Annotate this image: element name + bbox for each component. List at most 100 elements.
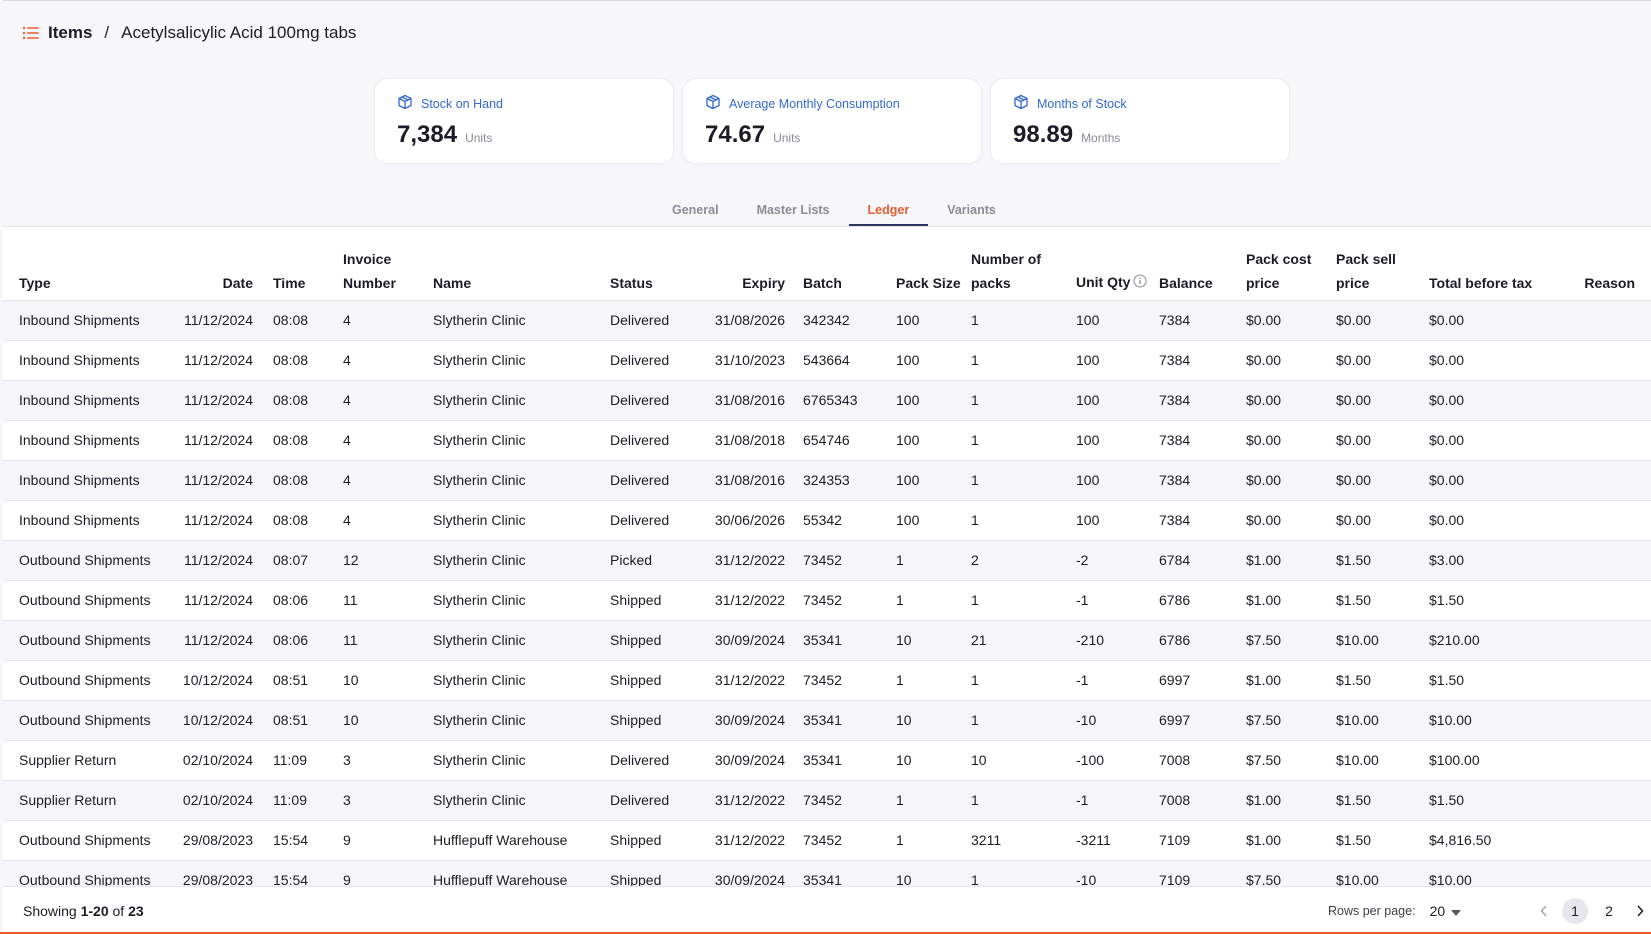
cell-reason (1540, 300, 1651, 341)
cell-reason (1540, 780, 1651, 821)
column-header-pack-size[interactable]: Pack Size (896, 227, 971, 301)
cell-sell: $0.00 (1336, 420, 1429, 461)
list-menu-icon[interactable] (20, 22, 42, 44)
ledger-table-body: Inbound Shipments 11/12/2024 08:08 4 Slyther… (3, 300, 1651, 886)
cell-date: 11/12/2024 (175, 500, 273, 541)
cell-expiry: 30/09/2024 (700, 700, 803, 741)
column-header-time[interactable]: Time (273, 227, 343, 301)
page-button-2[interactable]: 2 (1596, 898, 1622, 924)
cell-pack_size: 100 (896, 340, 971, 381)
cell-date: 11/12/2024 (175, 420, 273, 461)
tab-general[interactable]: General (653, 197, 738, 226)
cell-cost: $7.50 (1246, 740, 1336, 781)
cell-total: $0.00 (1429, 380, 1540, 421)
column-header-reason[interactable]: Reason (1540, 227, 1651, 301)
cell-reason (1540, 460, 1651, 501)
cell-time: 08:51 (273, 700, 343, 741)
ledger-table: Type Date Time Invoice Number Name Statu… (3, 227, 1651, 886)
column-header-expiry[interactable]: Expiry (700, 227, 803, 301)
breadcrumb-items-link[interactable]: Items (48, 23, 92, 43)
cell-invoice: 12 (343, 540, 433, 581)
rows-per-page-select[interactable]: 20 (1430, 903, 1462, 919)
column-header-pack-cost-price[interactable]: Pack cost price (1246, 227, 1336, 301)
column-header-type[interactable]: Type (3, 227, 175, 301)
cell-cost: $7.50 (1246, 860, 1336, 886)
column-header-batch[interactable]: Batch (803, 227, 896, 301)
stat-card-unit: Units (465, 131, 493, 145)
cell-total: $1.50 (1429, 580, 1540, 621)
column-header-unit-qty[interactable]: Unit Qty (1076, 227, 1159, 301)
cell-date: 10/12/2024 (175, 700, 273, 741)
table-row[interactable]: Outbound Shipments 11/12/2024 08:07 12 Slyth… (3, 540, 1651, 581)
table-row[interactable]: Supplier Return 02/10/2024 11:09 3 Slytherin… (3, 740, 1651, 781)
package-icon (1013, 94, 1029, 115)
table-row[interactable]: Outbound Shipments 10/12/2024 08:51 10 Slyth… (3, 700, 1651, 741)
cell-expiry: 30/09/2024 (700, 860, 803, 886)
cell-reason (1540, 380, 1651, 421)
cell-total: $210.00 (1429, 620, 1540, 661)
cell-pack_size: 1 (896, 820, 971, 861)
tab-master-lists[interactable]: Master Lists (738, 197, 849, 226)
table-row[interactable]: Outbound Shipments 11/12/2024 08:06 11 Slyth… (3, 580, 1651, 621)
tab-ledger[interactable]: Ledger (848, 197, 929, 226)
column-header-name[interactable]: Name (433, 227, 610, 301)
column-header-pack-sell-price[interactable]: Pack sell price (1336, 227, 1429, 301)
next-page-button[interactable] (1630, 899, 1650, 923)
showing-count: Showing 1-20 of 23 (23, 903, 144, 919)
table-row[interactable]: Inbound Shipments 11/12/2024 08:08 4 Slyther… (3, 460, 1651, 501)
cell-sell: $1.50 (1336, 660, 1429, 701)
cell-time: 08:08 (273, 340, 343, 381)
cell-unit_qty: 100 (1076, 340, 1159, 381)
cell-sell: $1.50 (1336, 540, 1429, 581)
column-header-balance[interactable]: Balance (1159, 227, 1246, 301)
rows-per-page-value: 20 (1429, 903, 1446, 919)
table-row[interactable]: Outbound Shipments 10/12/2024 08:51 10 Slyth… (3, 660, 1651, 701)
cell-batch: 35341 (803, 700, 896, 741)
page-button-1[interactable]: 1 (1562, 898, 1588, 924)
column-header-status[interactable]: Status (610, 227, 700, 301)
cell-invoice: 10 (343, 660, 433, 701)
table-row[interactable]: Inbound Shipments 11/12/2024 08:08 4 Slyther… (3, 380, 1651, 421)
cell-time: 08:08 (273, 500, 343, 541)
cell-time: 08:08 (273, 380, 343, 421)
cell-invoice: 11 (343, 580, 433, 621)
table-row[interactable]: Inbound Shipments 11/12/2024 08:08 4 Slyther… (3, 500, 1651, 541)
previous-page-button[interactable] (1534, 899, 1554, 923)
cell-packs: 1 (971, 380, 1076, 421)
cell-sell: $10.00 (1336, 740, 1429, 781)
cell-balance: 6784 (1159, 540, 1246, 581)
cell-total: $4,816.50 (1429, 820, 1540, 861)
cell-unit_qty: -100 (1076, 740, 1159, 781)
column-header-invoice-number[interactable]: Invoice Number (343, 227, 433, 301)
table-footer: Showing 1-20 of 23 Rows per page: 20 1 2 (3, 886, 1651, 934)
cell-sell: $0.00 (1336, 380, 1429, 421)
cell-batch: 6765343 (803, 380, 896, 421)
column-header-total-before-tax[interactable]: Total before tax (1429, 227, 1540, 301)
cell-date: 11/12/2024 (175, 620, 273, 661)
cell-batch: 543664 (803, 340, 896, 381)
info-icon[interactable] (1133, 271, 1147, 295)
column-header-number-of-packs[interactable]: Number of packs (971, 227, 1076, 301)
stat-card-average-monthly-consumption: Average Monthly Consumption 74.67 Units (682, 78, 982, 164)
stat-card-months-of-stock: Months of Stock 98.89 Months (990, 78, 1290, 164)
stat-card-value: 74.67 (705, 121, 766, 148)
cell-date: 11/12/2024 (175, 460, 273, 501)
table-row[interactable]: Outbound Shipments 29/08/2023 15:54 9 Huffle… (3, 860, 1651, 886)
cell-balance: 7008 (1159, 740, 1246, 781)
caret-down-icon (1451, 903, 1462, 919)
package-icon (397, 94, 413, 115)
table-row[interactable]: Inbound Shipments 11/12/2024 08:08 4 Slyther… (3, 340, 1651, 381)
table-row[interactable]: Inbound Shipments 11/12/2024 08:08 4 Slyther… (3, 300, 1651, 341)
cell-reason (1540, 820, 1651, 861)
table-row[interactable]: Outbound Shipments 29/08/2023 15:54 9 Huffle… (3, 820, 1651, 861)
cell-time: 08:08 (273, 300, 343, 341)
table-row[interactable]: Inbound Shipments 11/12/2024 08:08 4 Slyther… (3, 420, 1651, 461)
table-row[interactable]: Outbound Shipments 11/12/2024 08:06 11 Slyth… (3, 620, 1651, 661)
cell-balance: 6997 (1159, 660, 1246, 701)
column-header-date[interactable]: Date (175, 227, 273, 301)
tab-variants[interactable]: Variants (928, 197, 1015, 226)
table-row[interactable]: Supplier Return 02/10/2024 11:09 3 Slytherin… (3, 780, 1651, 821)
ledger-table-container: Type Date Time Invoice Number Name Statu… (3, 226, 1651, 886)
cell-unit_qty: 100 (1076, 380, 1159, 421)
showing-range: 1-20 (80, 903, 109, 919)
